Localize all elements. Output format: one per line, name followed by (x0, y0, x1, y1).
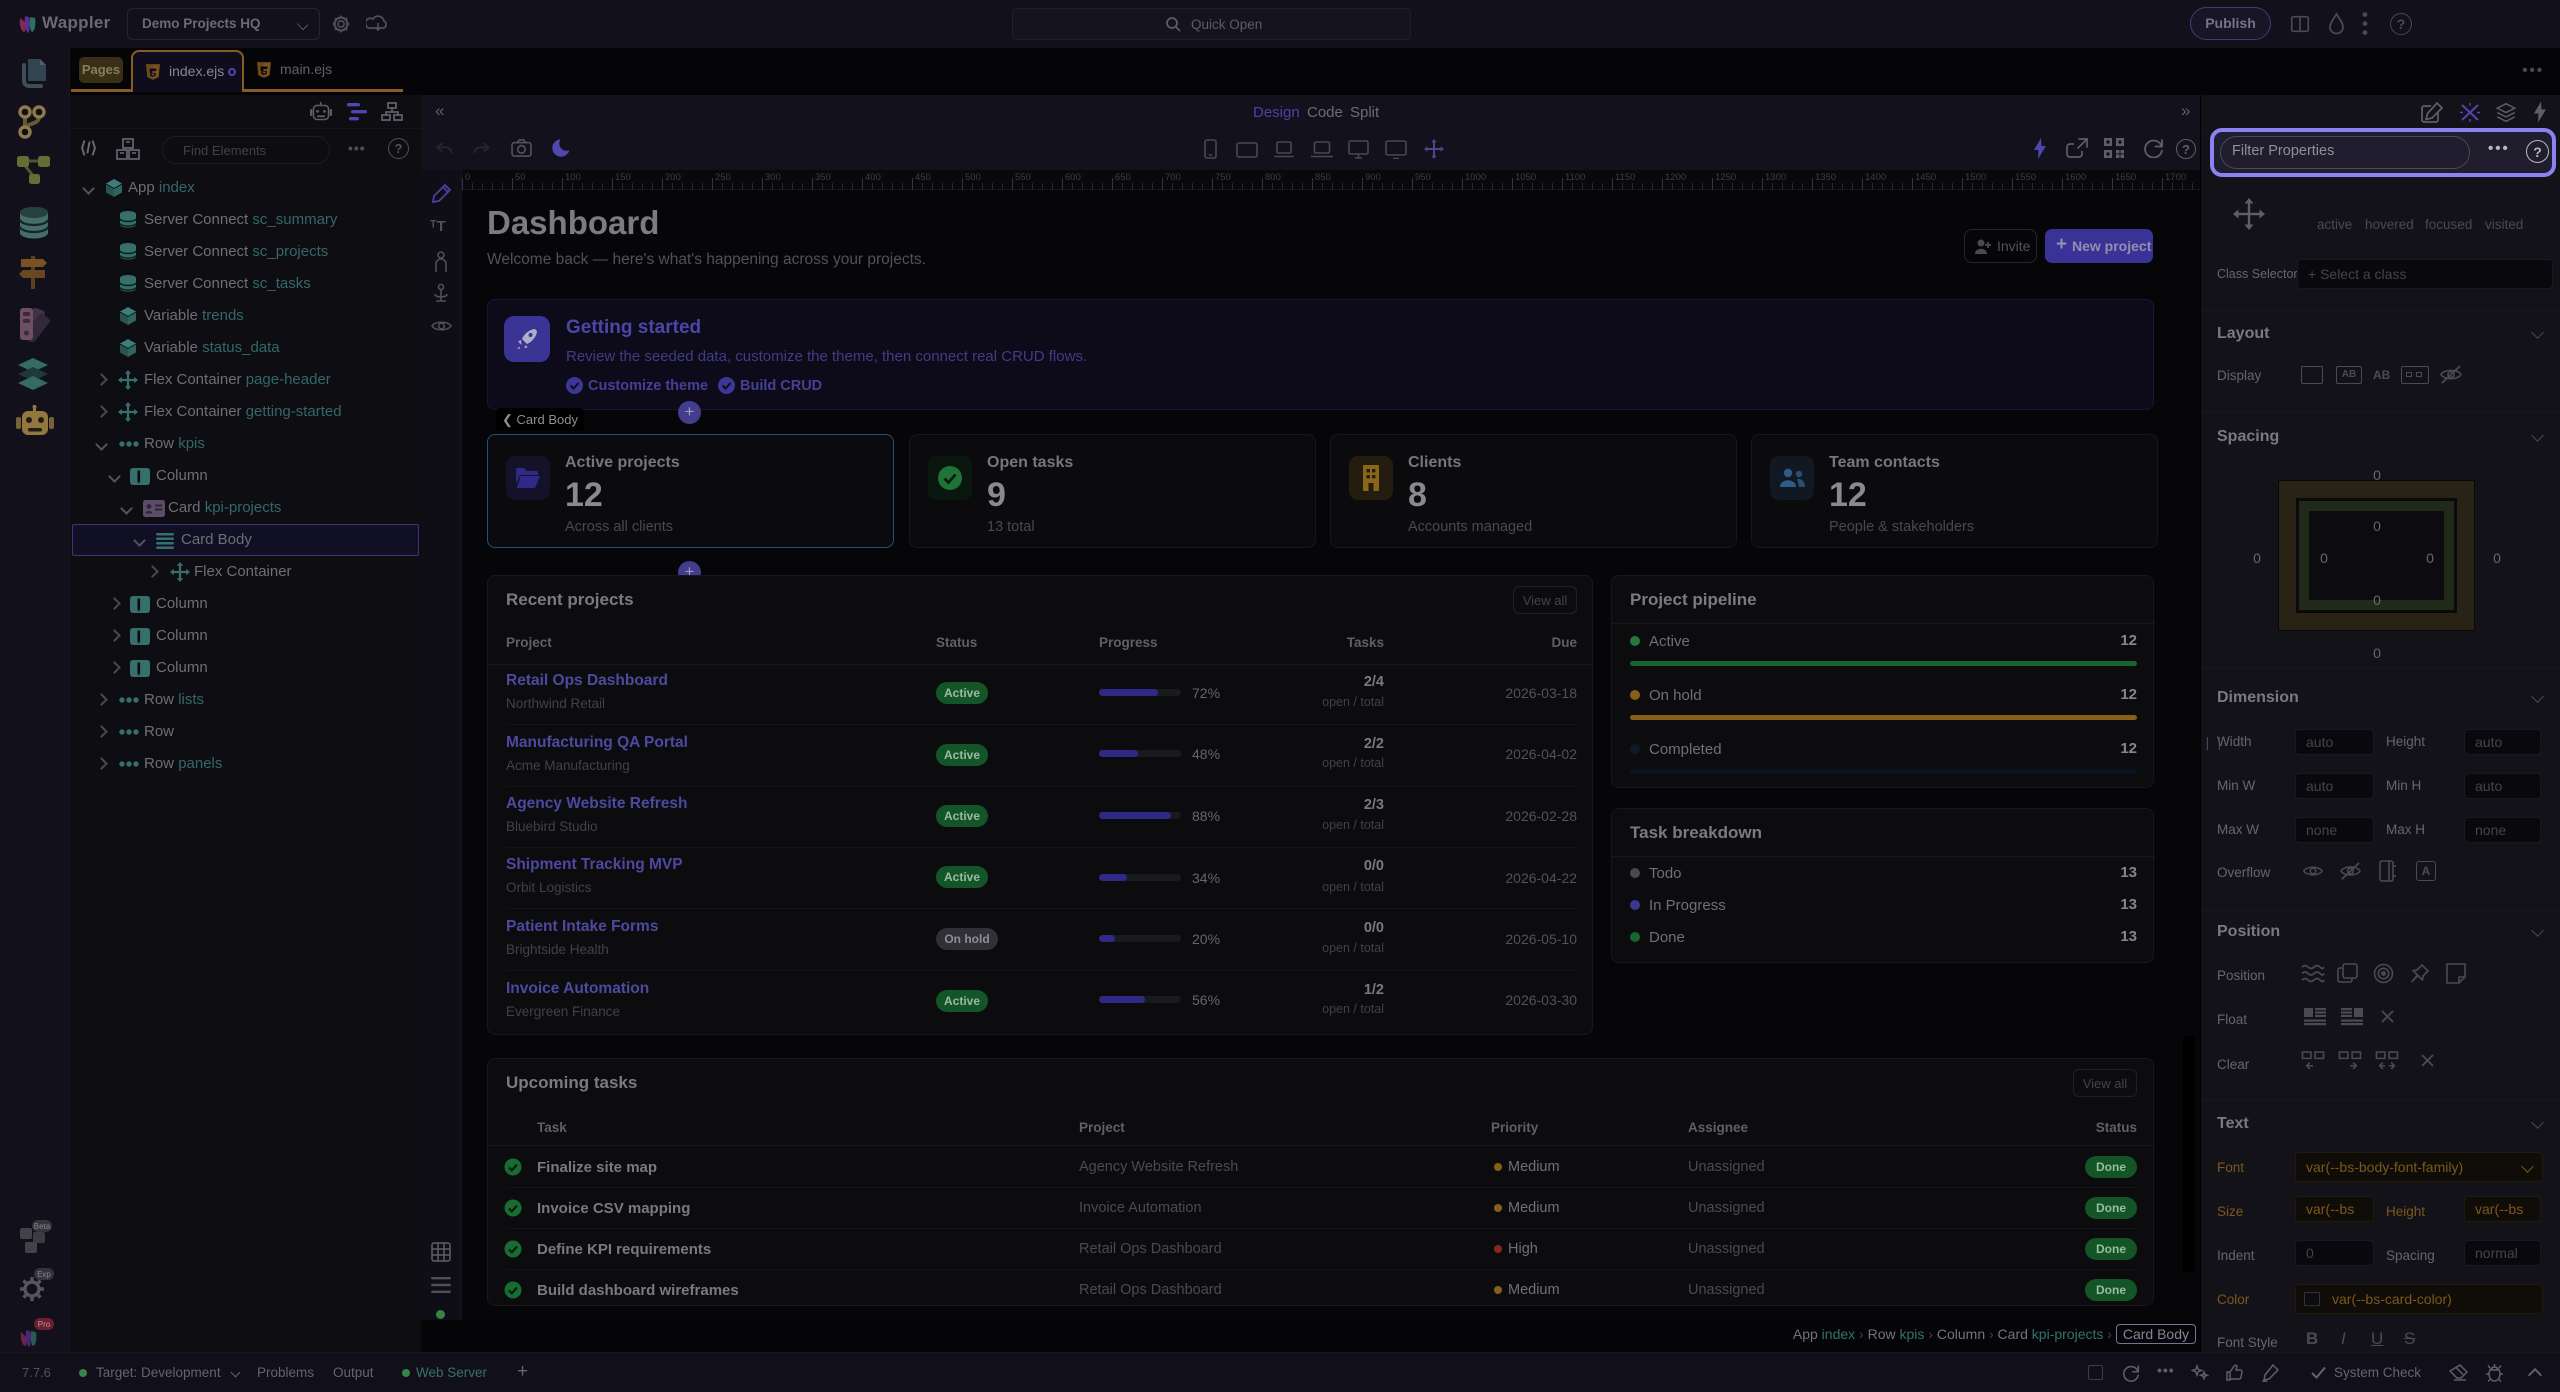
svg-text:Beta: Beta (34, 1222, 51, 1231)
svg-text:Pro: Pro (38, 1320, 51, 1329)
svg-text:Exp: Exp (37, 1270, 51, 1279)
